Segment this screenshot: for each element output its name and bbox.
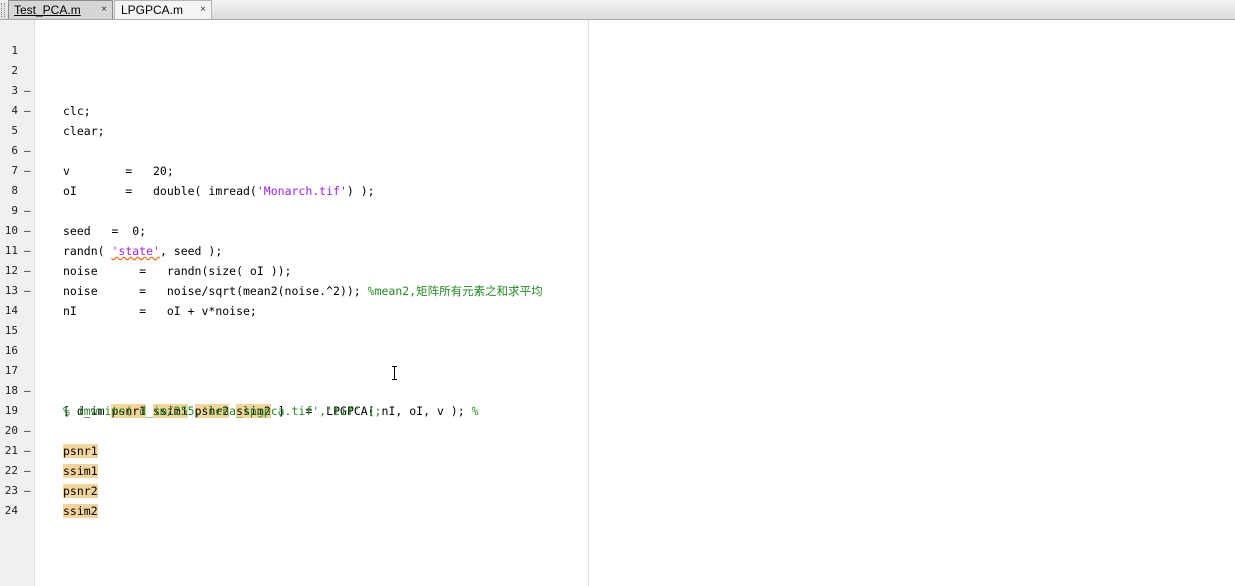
code-line[interactable]: 5 – v = 20; xyxy=(0,101,600,178)
code-text: ssim2 xyxy=(63,501,98,521)
code-line[interactable]: 3 – clear; xyxy=(0,61,600,138)
code-line[interactable]: 10 – noise = randn(size( oI )); xyxy=(0,201,600,278)
code-editor[interactable]: 1 2 – clc; 3 – clear; 4 5 – v = 20; 6 – … xyxy=(0,20,1235,586)
code-line[interactable]: 7 xyxy=(0,141,600,177)
code-line[interactable]: 22 – ssim2 xyxy=(0,441,600,518)
line-number: 24 xyxy=(4,504,18,517)
editor-tab-bar: Test_PCA.m × LPGPCA.m × xyxy=(0,0,1235,20)
code-line[interactable]: 19 – psnr1 xyxy=(0,381,600,458)
code-line[interactable]: 1 xyxy=(0,21,600,57)
code-line[interactable]: 21 – psnr2 xyxy=(0,421,600,498)
tab-label: LPGPCA.m xyxy=(121,3,184,17)
code-line[interactable]: 12 – nI = oI + v*noise; xyxy=(0,241,600,318)
code-line[interactable]: 11 – noise = noise/sqrt(mean2(noise.^2))… xyxy=(0,221,600,298)
code-line[interactable]: 20 – ssim1 xyxy=(0,401,600,478)
code-line[interactable]: 23 xyxy=(0,461,600,497)
code-line[interactable]: 9 – randn( 'state', seed ); xyxy=(0,181,600,258)
code-line[interactable]: 16 xyxy=(0,321,600,357)
code-line[interactable]: 14 xyxy=(0,281,600,317)
tab-test-pca[interactable]: Test_PCA.m × xyxy=(8,0,113,19)
tab-lpgpca[interactable]: LPGPCA.m × xyxy=(114,0,212,19)
tab-bar-grip[interactable] xyxy=(1,3,5,17)
code-line[interactable]: 15 xyxy=(0,301,600,337)
code-line[interactable]: 8 – seed = 0; xyxy=(0,161,600,238)
code-line[interactable]: 17 – [ d_im psnr1 ssim1 psnr2 ssim2 ] = … xyxy=(0,341,600,418)
code-line[interactable]: 6 – oI = double( imread('Monarch.tif') )… xyxy=(0,121,600,198)
highlighted-variable: ssim2 xyxy=(63,504,98,518)
close-icon[interactable]: × xyxy=(200,1,206,19)
code-line[interactable]: 13 xyxy=(0,261,600,297)
code-line[interactable]: 2 – clc; xyxy=(0,41,600,118)
close-icon[interactable]: × xyxy=(101,1,107,19)
text-cursor-icon xyxy=(392,366,398,380)
code-line[interactable]: 4 xyxy=(0,81,600,117)
code-line[interactable]: 24 xyxy=(0,481,600,517)
tab-label: Test_PCA.m xyxy=(14,3,81,17)
code-line[interactable]: 18 % imwrite( d_im/255,'lena_lpgpca.tif'… xyxy=(0,361,600,418)
